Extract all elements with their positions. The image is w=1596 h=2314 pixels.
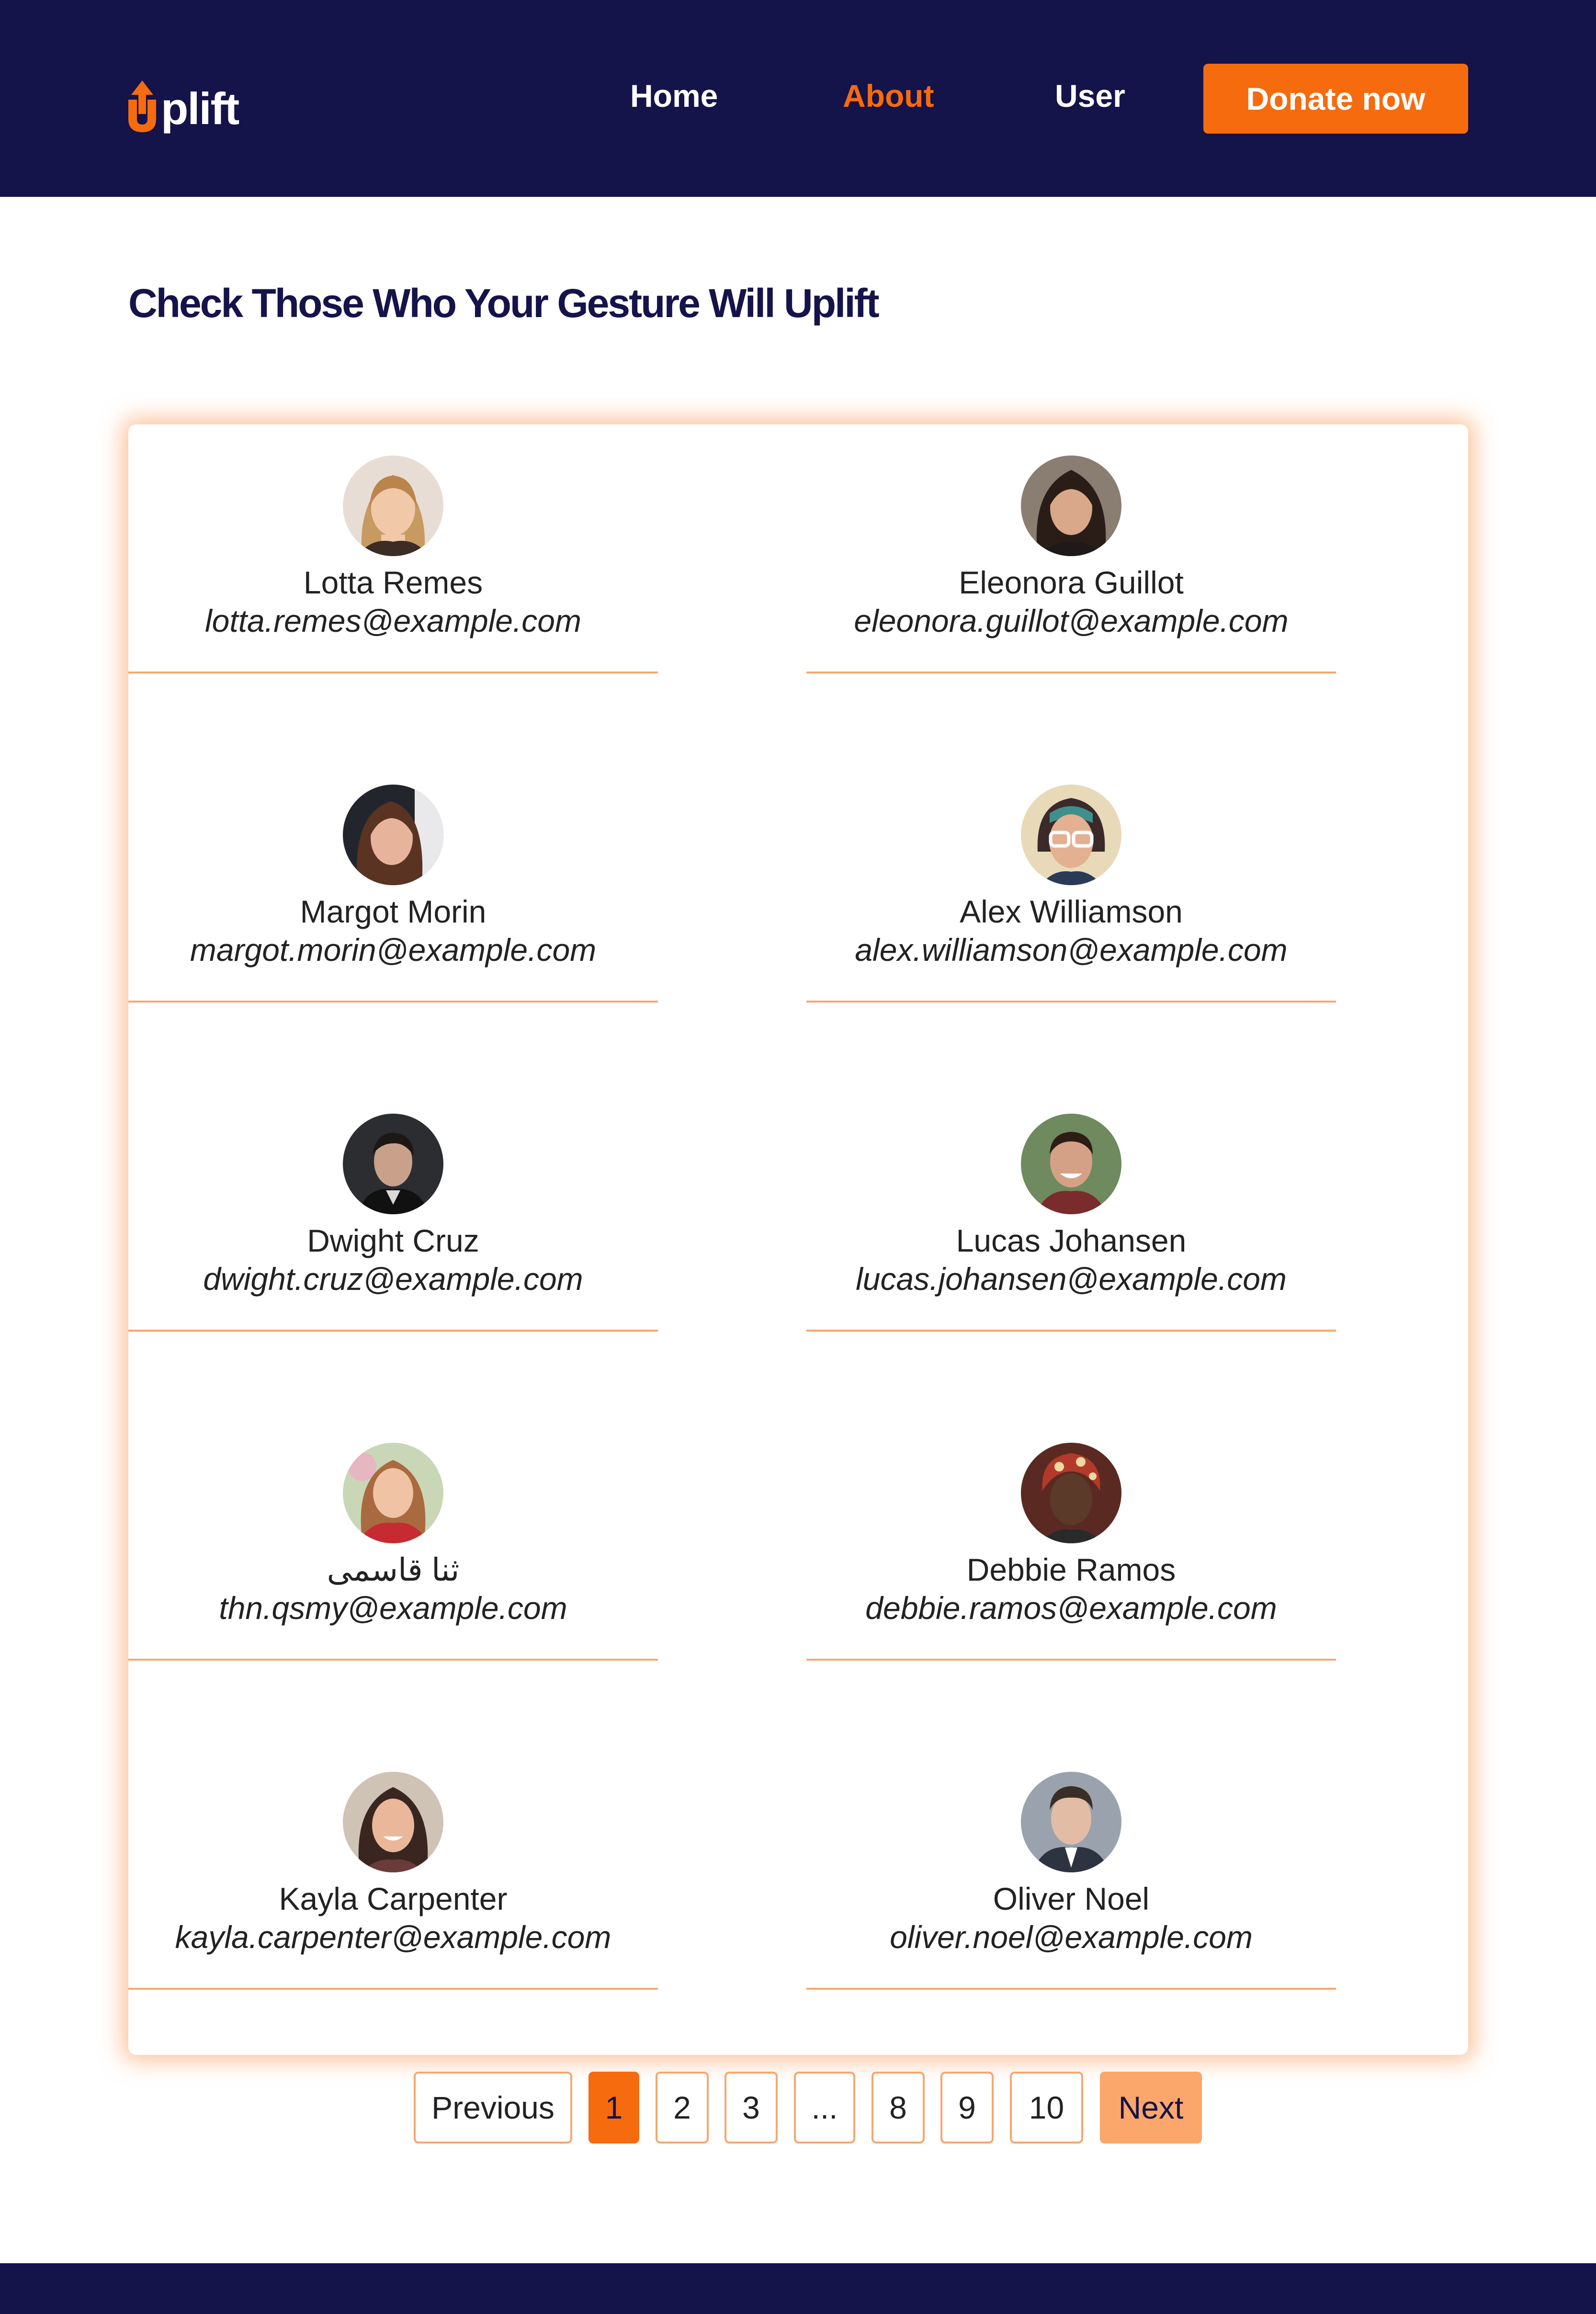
user-email: lotta.remes@example.com xyxy=(205,603,581,638)
avatar-woman-glasses-icon xyxy=(1021,785,1121,885)
users-card: Lotta Remes lotta.remes@example.com Eleo… xyxy=(128,424,1468,2055)
avatar-woman-brown-hair-icon xyxy=(343,785,443,885)
avatar-woman-dark-hair-icon xyxy=(1021,456,1121,556)
previous-page-button[interactable]: Previous xyxy=(414,2072,572,2143)
user-item: Oliver Noel oliver.noel@example.com xyxy=(806,1741,1336,1990)
user-name: Alex Williamson xyxy=(960,894,1183,929)
user-email: kayla.carpenter@example.com xyxy=(175,1919,611,1955)
user-email: eleonora.guillot@example.com xyxy=(854,603,1289,638)
avatar xyxy=(1021,1772,1121,1872)
avatar xyxy=(343,1443,443,1543)
user-name: ثنا قاسمی xyxy=(327,1552,460,1587)
avatar xyxy=(343,785,443,885)
navbar: plift Home About User Donate now xyxy=(0,0,1596,197)
avatar-woman-headwrap-icon xyxy=(1021,1443,1121,1543)
page-button-10[interactable]: 10 xyxy=(1010,2072,1083,2143)
page-button-8[interactable]: 8 xyxy=(872,2072,925,2143)
user-item: Margot Morin margot.morin@example.com xyxy=(128,753,658,1003)
user-name: Debbie Ramos xyxy=(966,1552,1176,1587)
donate-now-button[interactable]: Donate now xyxy=(1203,64,1468,134)
user-item: ثنا قاسمی thn.qsmy@example.com xyxy=(128,1412,658,1661)
avatar xyxy=(1021,1443,1121,1543)
pagination: Previous 1 2 3 ... 8 9 10 Next xyxy=(0,2072,1596,2143)
logo-arrow-u-icon xyxy=(125,80,159,134)
next-page-button[interactable]: Next xyxy=(1100,2072,1202,2143)
avatar-woman-red-top-icon xyxy=(343,1443,443,1543)
avatar xyxy=(1021,1114,1121,1214)
avatar xyxy=(343,1772,443,1872)
user-item: Lotta Remes lotta.remes@example.com xyxy=(128,424,658,673)
user-name: Lucas Johansen xyxy=(956,1223,1187,1258)
user-item: Debbie Ramos debbie.ramos@example.com xyxy=(806,1412,1336,1661)
avatar-man-dark-icon xyxy=(343,1114,443,1214)
user-item: Lucas Johansen lucas.johansen@example.co… xyxy=(806,1083,1336,1332)
user-name: Oliver Noel xyxy=(993,1881,1150,1916)
avatar xyxy=(343,456,443,556)
avatar-man-smiling-icon xyxy=(1021,1114,1121,1214)
avatar-woman-smiling-icon xyxy=(343,1772,443,1872)
uplift-logo[interactable]: plift xyxy=(125,67,239,134)
user-email: debbie.ramos@example.com xyxy=(865,1590,1277,1626)
nav-about-link[interactable]: About xyxy=(843,77,934,115)
footer xyxy=(0,2263,1596,2314)
user-email: margot.morin@example.com xyxy=(190,932,597,968)
page-button-2[interactable]: 2 xyxy=(656,2072,709,2143)
user-item: Dwight Cruz dwight.cruz@example.com xyxy=(128,1083,658,1332)
user-name: Kayla Carpenter xyxy=(279,1881,508,1916)
user-item: Alex Williamson alex.williamson@example.… xyxy=(806,753,1336,1003)
avatar xyxy=(343,1114,443,1214)
page-button-1[interactable]: 1 xyxy=(589,2072,639,2143)
avatar-woman-blonde-icon xyxy=(343,456,443,556)
avatar xyxy=(1021,785,1121,885)
user-name: Dwight Cruz xyxy=(307,1223,479,1258)
page-button-9[interactable]: 9 xyxy=(940,2072,994,2143)
user-name: Lotta Remes xyxy=(303,565,483,600)
page-button-3[interactable]: 3 xyxy=(724,2072,778,2143)
user-email: alex.williamson@example.com xyxy=(855,932,1288,968)
nav-home-link[interactable]: Home xyxy=(630,77,718,115)
user-email: oliver.noel@example.com xyxy=(890,1919,1253,1955)
user-email: dwight.cruz@example.com xyxy=(203,1261,583,1297)
user-item: Kayla Carpenter kayla.carpenter@example.… xyxy=(128,1741,658,1990)
logo-text: plift xyxy=(161,83,239,134)
user-grid: Lotta Remes lotta.remes@example.com Eleo… xyxy=(128,424,1468,2055)
nav-user-link[interactable]: User xyxy=(1055,77,1125,115)
user-item: Eleonora Guillot eleonora.guillot@exampl… xyxy=(806,424,1336,673)
page-title: Check Those Who Your Gesture Will Uplift xyxy=(128,281,880,326)
user-email: lucas.johansen@example.com xyxy=(856,1261,1287,1297)
user-email: thn.qsmy@example.com xyxy=(219,1590,567,1626)
page-ellipsis: ... xyxy=(794,2072,855,2143)
avatar xyxy=(1021,456,1121,556)
user-name: Margot Morin xyxy=(300,894,487,929)
avatar-man-suit-icon xyxy=(1021,1772,1121,1872)
user-name: Eleonora Guillot xyxy=(959,565,1184,600)
